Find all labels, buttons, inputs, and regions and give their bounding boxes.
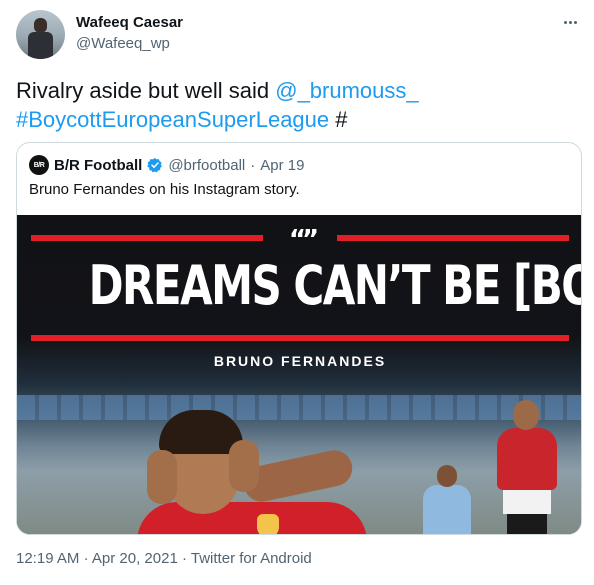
more-icon-dot: [568, 20, 572, 24]
media-quote-marks: “”: [288, 225, 319, 255]
quoted-author-name[interactable]: B/R Football: [54, 157, 142, 174]
more-icon-dot: [573, 20, 577, 24]
player-main-shirt: [137, 502, 367, 534]
tweet-time[interactable]: 12:19 AM: [16, 550, 79, 567]
media-red-line-top-left: [31, 235, 263, 241]
verified-icon: [147, 158, 163, 173]
tweet-text-plain: Rivalry aside but well said: [16, 78, 276, 103]
media-red-line-bottom: [31, 335, 569, 341]
quoted-avatar-text: B/R: [33, 161, 45, 169]
quoted-tweet-header: B/R B/R Football @brfootball · Apr 19: [29, 155, 304, 175]
media-byline: BRUNO FERNANDES: [213, 353, 387, 369]
player-blue-head: [437, 465, 457, 487]
quoted-author-avatar[interactable]: B/R: [29, 155, 49, 175]
tweet-meta: 12:19 AM · Apr 20, 2021 · Twitter for An…: [16, 550, 312, 567]
quoted-author-handle[interactable]: @brfootball: [168, 157, 245, 174]
mention-link[interactable]: @_brumouss_: [275, 78, 418, 103]
media-player-background: [487, 400, 567, 534]
tweet-text: Rivalry aside but well said @_brumouss_ …: [16, 76, 576, 134]
media-headline: DREAMS CAN’T BE [BOUGHT]: [88, 254, 581, 317]
more-icon[interactable]: [560, 12, 580, 32]
quoted-tweet[interactable]: B/R B/R Football @brfootball · Apr 19 Br…: [16, 142, 582, 535]
player-main-crest: [257, 514, 279, 534]
avatar-figure-body: [28, 32, 53, 59]
quoted-media-image[interactable]: “” DREAMS CAN’T BE [BOUGHT] BRUNO FERNAN…: [17, 215, 581, 534]
meta-separator: ·: [83, 550, 89, 567]
avatar-figure-head: [34, 18, 47, 33]
author-name[interactable]: Wafeeq Caesar: [76, 14, 183, 31]
hashtag-symbol: #: [335, 107, 348, 132]
media-red-line-top-right: [337, 235, 569, 241]
hashtag-link[interactable]: #BoycottEuropeanSuperLeague: [16, 107, 329, 132]
player-bg-shorts: [503, 486, 551, 514]
quoted-separator: ·: [250, 156, 256, 174]
tweet: Wafeeq Caesar @Wafeeq_wp Rivalry aside b…: [0, 0, 594, 585]
media-player-main: [137, 410, 367, 534]
author-avatar[interactable]: [16, 10, 65, 59]
player-blue-shirt: [423, 485, 471, 534]
more-icon-dot: [563, 20, 567, 24]
player-main-hand-right: [229, 440, 259, 492]
media-player-blue-kit: [417, 465, 477, 534]
tweet-source[interactable]: Twitter for Android: [191, 550, 312, 567]
quoted-tweet-text: Bruno Fernandes on his Instagram story.: [29, 181, 300, 198]
player-bg-shirt: [497, 428, 557, 490]
author-handle[interactable]: @Wafeeq_wp: [76, 35, 170, 52]
player-bg-head: [513, 400, 539, 430]
player-bg-legs: [507, 512, 547, 534]
player-main-hand-left: [147, 450, 177, 504]
tweet-date[interactable]: Apr 20, 2021: [92, 550, 178, 567]
quoted-date[interactable]: Apr 19: [260, 157, 304, 174]
meta-separator: ·: [181, 550, 187, 567]
